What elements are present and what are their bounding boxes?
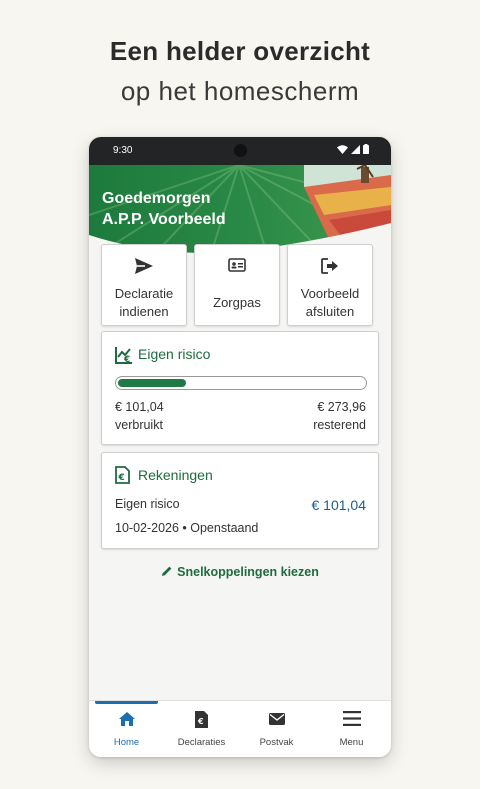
euro-document-icon: €: [115, 466, 130, 484]
greeting-line: Goedemorgen: [102, 190, 211, 207]
invoice-amount: € 101,04: [311, 497, 367, 513]
nav-menu[interactable]: Menu: [314, 701, 389, 757]
promo-subheadline: op het homescherm: [120, 76, 360, 106]
signal-icon: [351, 144, 360, 154]
euro-rise-icon: €: [115, 347, 132, 364]
eigen-risico-progress: [115, 376, 367, 390]
status-time: 9:30: [113, 145, 133, 156]
greeting: Goedemorgen A.P.P. Voorbeeld: [102, 188, 226, 230]
active-indicator: [95, 701, 158, 704]
camera-cutout: [234, 144, 247, 157]
hamburger-menu-icon: [342, 711, 361, 726]
progress-fill: [118, 379, 186, 387]
invoice-meta: 10-02-2026 • Openstaand: [115, 521, 259, 535]
svg-text:€: €: [118, 473, 125, 483]
nav-label: Menu: [339, 737, 364, 748]
rekeningen-card[interactable]: € Rekeningen Eigen risico € 101,04 10-02…: [101, 452, 379, 549]
battery-icon: [363, 144, 369, 154]
tile-label: Zorgpas: [213, 295, 261, 310]
euro-document-icon: €: [195, 711, 208, 728]
card-title: Eigen risico: [138, 346, 211, 362]
tile-label: indienen: [119, 304, 169, 319]
remaining-amount: € 273,96: [317, 400, 366, 414]
nav-label: Postvak: [259, 737, 294, 748]
used-amount: € 101,04: [115, 400, 164, 414]
eigen-risico-card[interactable]: € Eigen risico € 101,04 verbruikt € 273,…: [101, 331, 379, 445]
pencil-icon: [162, 566, 172, 576]
tile-voorbeeld-afsluiten[interactable]: Voorbeeld afsluiten: [287, 244, 373, 326]
send-icon: [135, 258, 153, 274]
home-icon: [118, 712, 135, 726]
tile-declaratie-indienen[interactable]: Declaratie indienen: [101, 244, 187, 326]
nav-label: Declaraties: [177, 737, 226, 748]
status-icons: [337, 144, 369, 154]
tile-label: afsluiten: [305, 304, 355, 319]
tile-label: Voorbeeld: [300, 286, 360, 301]
used-label: verbruikt: [115, 418, 163, 432]
nav-label: Home: [113, 737, 140, 748]
promo-headline: Een helder overzicht: [109, 36, 371, 66]
user-name: A.P.P. Voorbeeld: [102, 211, 226, 228]
bottom-navigation: Home € Declaraties Postvak Menu: [89, 700, 391, 757]
tile-label: Declaratie: [114, 286, 174, 301]
nav-declaraties[interactable]: € Declaraties: [164, 701, 239, 757]
nav-postvak[interactable]: Postvak: [239, 701, 314, 757]
mail-icon: [268, 713, 285, 725]
wifi-icon: [337, 144, 348, 154]
svg-text:€: €: [197, 717, 204, 726]
status-bar: 9:30: [89, 137, 391, 165]
shortcut-label: Snelkoppelingen kiezen: [177, 565, 319, 579]
remaining-label: resterend: [313, 418, 366, 432]
phone-frame: 9:30 Goedemorgen A.P.P. Voorbeeld Declar…: [89, 137, 391, 757]
tile-zorgpas[interactable]: Zorgpas: [194, 244, 280, 326]
nav-home[interactable]: Home: [89, 701, 164, 757]
invoice-name: Eigen risico: [115, 497, 180, 511]
id-card-icon: [228, 258, 246, 272]
sign-out-icon: [321, 258, 338, 274]
card-title: Rekeningen: [138, 467, 213, 483]
choose-shortcuts-link[interactable]: Snelkoppelingen kiezen: [89, 565, 391, 579]
svg-text:€: €: [123, 355, 130, 364]
